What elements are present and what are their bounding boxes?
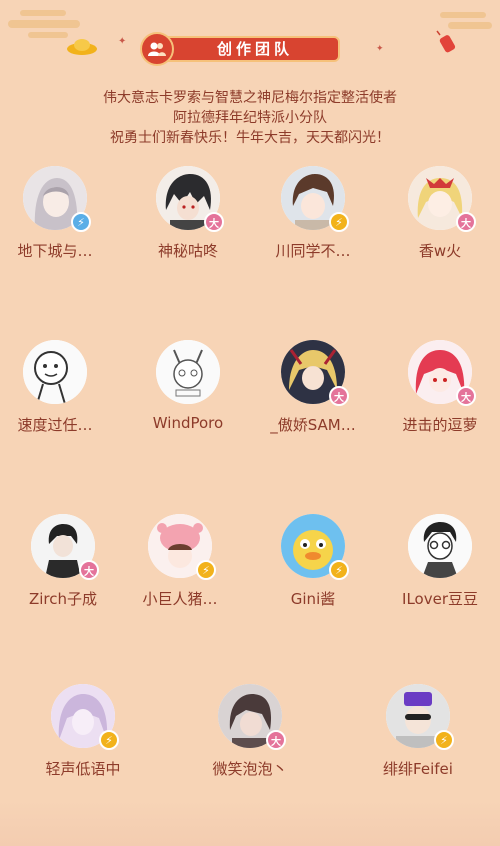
member-name: 地下城与…: [17, 242, 93, 260]
lightning-badge-icon: ⚡: [329, 560, 349, 580]
avatar[interactable]: 大: [218, 684, 286, 750]
da-badge-icon: 大: [79, 560, 99, 580]
bottom-fade: [0, 800, 500, 846]
member-card[interactable]: 大 Zirch子成: [3, 514, 123, 609]
member-name: Gini酱: [290, 590, 336, 608]
member-card[interactable]: ⚡ 轻声低语中: [23, 684, 143, 779]
da-badge-icon: 大: [266, 730, 286, 750]
member-name: 川同学不…: [275, 242, 351, 260]
member-card[interactable]: WindPoro: [128, 340, 248, 432]
member-name: WindPoro: [152, 414, 224, 432]
lightning-badge-icon: ⚡: [99, 730, 119, 750]
avatar[interactable]: ⚡: [281, 514, 349, 580]
tagline-line-1: 伟大意志卡罗索与智慧之神尼梅尔指定整活使者: [103, 90, 397, 106]
lightning-badge-icon: ⚡: [196, 560, 216, 580]
member-name: 进击的逗萝: [402, 416, 478, 434]
member-name: Zirch子成: [28, 590, 98, 608]
da-badge-icon: 大: [204, 212, 224, 232]
member-card[interactable]: ⚡ 地下城与…: [0, 166, 115, 261]
da-badge-icon: 大: [456, 212, 476, 232]
member-name: ILover豆豆: [402, 590, 478, 608]
avatar[interactable]: 大: [31, 514, 99, 580]
avatar[interactable]: 大: [408, 166, 476, 232]
avatar[interactable]: [408, 514, 472, 578]
team-header: 创作团队: [140, 32, 360, 66]
avatar[interactable]: 大: [156, 166, 224, 232]
member-name: 微笑泡泡丶: [212, 760, 288, 778]
member-name: 速度过任…: [17, 416, 93, 434]
avatar[interactable]: ⚡: [386, 684, 454, 750]
member-name: 神秘咕咚: [157, 242, 218, 260]
member-card[interactable]: 大 _傲娇SAM…: [253, 340, 373, 435]
page-title: 创作团队: [158, 36, 340, 62]
avatar[interactable]: [23, 340, 87, 404]
member-card[interactable]: 大 神秘咕咚: [128, 166, 248, 261]
tagline-line-2: 阿拉德拜年纪特派小分队: [173, 110, 327, 126]
gold-ingot-icon: [67, 39, 97, 55]
avatar[interactable]: 大: [281, 340, 349, 406]
member-card[interactable]: ⚡ Gini酱: [253, 514, 373, 609]
avatar[interactable]: [156, 340, 220, 404]
avatar[interactable]: ⚡: [281, 166, 349, 232]
cloud-decoration: [28, 32, 68, 38]
member-name: _傲娇SAM…: [270, 416, 356, 434]
cloud-decoration: [20, 10, 66, 16]
verified-badge-icon: ⚡: [71, 212, 91, 232]
member-card[interactable]: 大 微笑泡泡丶: [190, 684, 310, 779]
member-card[interactable]: ⚡ 川同学不…: [253, 166, 373, 261]
da-badge-icon: 大: [329, 386, 349, 406]
sparkle-icon: ✦: [118, 36, 127, 47]
member-card[interactable]: ILover豆豆: [380, 514, 500, 609]
member-name: 轻声低语中: [45, 760, 121, 778]
member-card[interactable]: 大 香w火: [380, 166, 500, 261]
lightning-badge-icon: ⚡: [329, 212, 349, 232]
da-badge-icon: 大: [456, 386, 476, 406]
member-card[interactable]: 速度过任…: [0, 340, 115, 435]
member-card[interactable]: ⚡ 绯绯Feifei: [358, 684, 478, 779]
tagline-line-3: 祝勇士们新春快乐！牛年大吉，天天都闪光！: [110, 130, 390, 146]
cloud-decoration: [440, 12, 486, 18]
team-icon: [140, 32, 174, 66]
member-card[interactable]: 大 进击的逗萝: [380, 340, 500, 435]
avatar[interactable]: ⚡: [23, 166, 91, 232]
avatar[interactable]: ⚡: [148, 514, 216, 580]
member-card[interactable]: ⚡ 小巨人猪…: [120, 514, 240, 609]
lightning-badge-icon: ⚡: [434, 730, 454, 750]
firecracker-icon: [436, 30, 456, 53]
cloud-decoration: [8, 20, 80, 28]
avatar[interactable]: 大: [408, 340, 476, 406]
avatar[interactable]: ⚡: [51, 684, 119, 750]
sparkle-icon: ✦: [376, 44, 384, 54]
member-name: 香w火: [418, 242, 462, 260]
member-name: 绯绯Feifei: [383, 760, 453, 778]
cloud-decoration: [448, 22, 492, 29]
member-name: 小巨人猪…: [142, 590, 218, 608]
